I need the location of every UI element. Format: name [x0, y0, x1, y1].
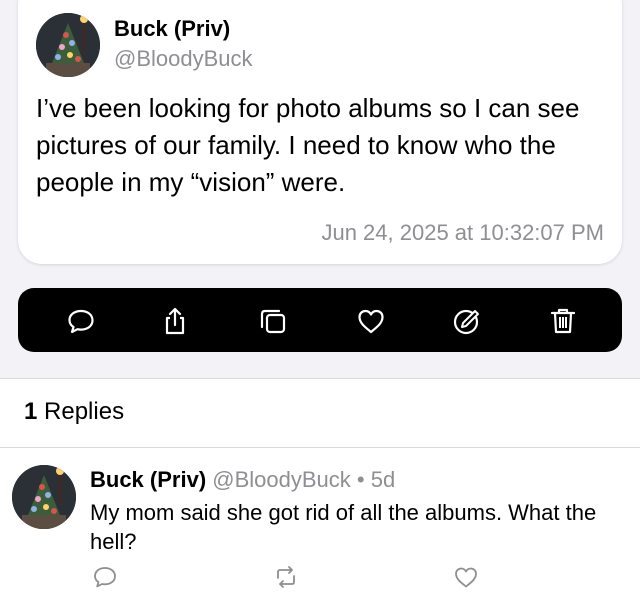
divider	[0, 447, 640, 448]
reply-comment-button[interactable]	[91, 563, 119, 591]
replies-section: 1 Replies Buck (Priv) @BloodyBuck • 5d M…	[0, 378, 640, 593]
post-timestamp: Jun 24, 2025 at 10:32:07 PM	[321, 220, 604, 245]
reply-repost-button[interactable]	[272, 563, 300, 591]
reply-separator: •	[356, 467, 365, 492]
post-author-name[interactable]: Buck (Priv)	[114, 16, 230, 42]
comment-button[interactable]	[64, 304, 98, 338]
christmas-tree-icon	[36, 13, 100, 77]
share-button[interactable]	[158, 304, 192, 338]
like-button[interactable]	[354, 304, 388, 338]
edit-icon	[453, 309, 479, 335]
reply-avatar[interactable]	[12, 465, 76, 529]
reply-like-button[interactable]	[452, 563, 480, 591]
post-author-handle[interactable]: @BloodyBuck	[114, 46, 253, 72]
edit-button[interactable]	[450, 304, 484, 338]
replies-count: 1	[24, 398, 38, 425]
christmas-tree-icon	[12, 465, 76, 529]
post-card: Buck (Priv) @BloodyBuck I’ve been lookin…	[18, 0, 622, 264]
avatar[interactable]	[36, 13, 100, 77]
trash-icon	[550, 308, 576, 334]
heart-icon	[455, 567, 477, 588]
copy-button[interactable]	[256, 304, 290, 338]
copy-icon	[260, 309, 286, 334]
replies-label: Replies	[37, 398, 125, 425]
reply-text: My mom said she got rid of all the album…	[90, 500, 597, 554]
comment-icon	[68, 309, 94, 334]
heart-icon	[358, 309, 384, 334]
reply-author-handle[interactable]: @BloodyBuck	[212, 467, 351, 492]
reply-meta: Buck (Priv) @BloodyBuck • 5d	[90, 467, 395, 493]
share-icon	[165, 307, 185, 335]
comment-icon	[94, 567, 116, 588]
replies-header: 1 Replies	[24, 398, 124, 426]
delete-button[interactable]	[546, 304, 580, 338]
repost-icon	[277, 566, 295, 588]
post-action-bar	[18, 288, 622, 352]
post-text: I’ve been looking for photo albums so I …	[36, 93, 580, 197]
reply-author-name[interactable]: Buck (Priv)	[90, 467, 206, 492]
reply-age: 5d	[370, 467, 396, 492]
